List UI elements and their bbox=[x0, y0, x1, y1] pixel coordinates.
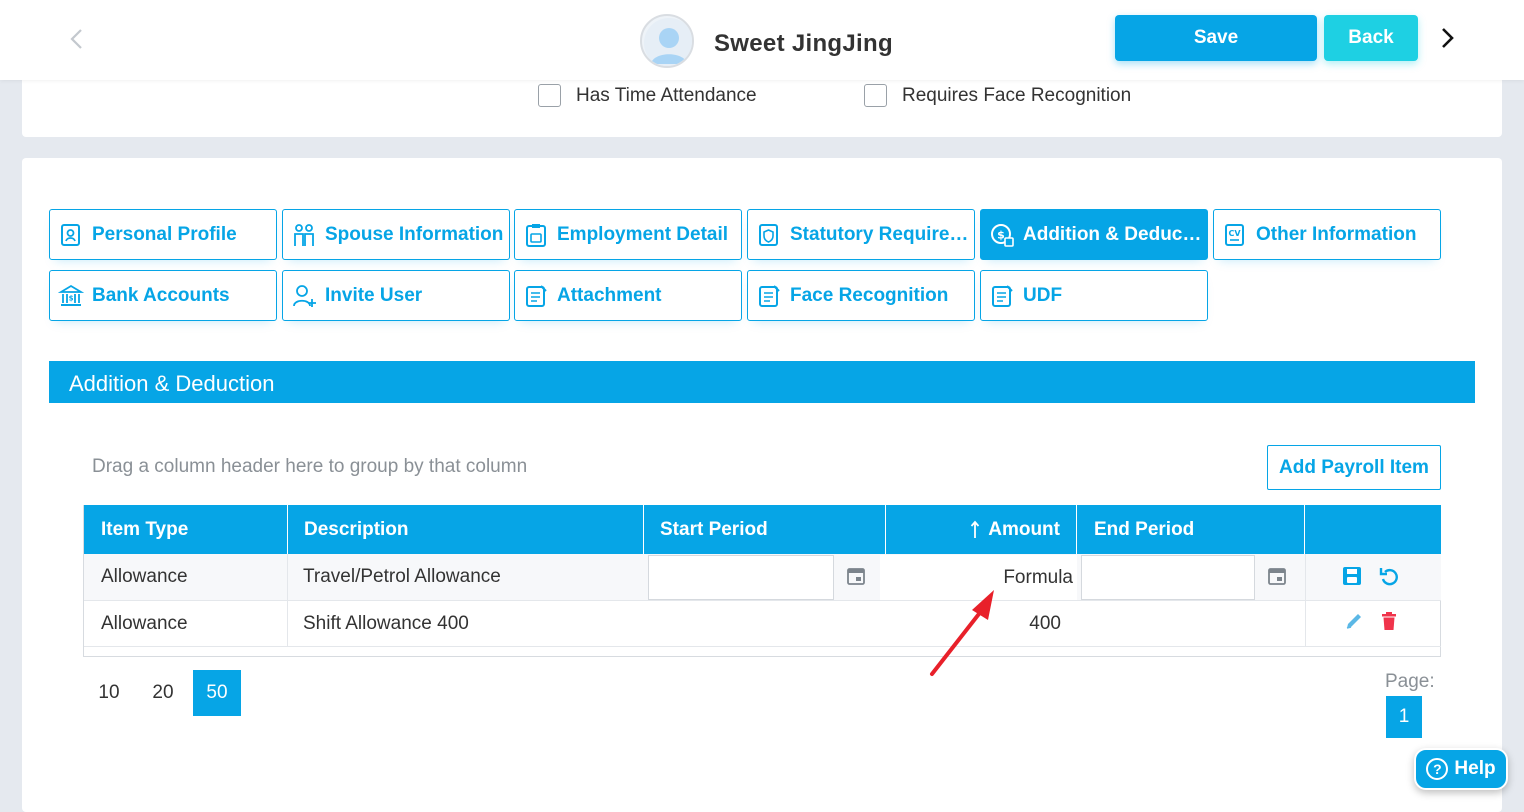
next-record-arrow-icon[interactable] bbox=[1436, 24, 1460, 57]
tab-label: Statutory Requirements bbox=[790, 223, 974, 245]
save-row-icon[interactable] bbox=[1340, 564, 1364, 588]
svg-text:$: $ bbox=[69, 294, 74, 302]
previous-record-arrow-icon[interactable] bbox=[64, 26, 90, 52]
column-header-start-period[interactable]: Start Period bbox=[644, 505, 886, 554]
tab-label: Spouse Information bbox=[325, 223, 504, 245]
column-header-actions bbox=[1305, 505, 1441, 554]
undo-icon[interactable] bbox=[1377, 564, 1401, 588]
section-title: Addition & Deduction bbox=[69, 371, 275, 396]
tab-attachment[interactable]: Attachment bbox=[514, 270, 742, 321]
column-label: Item Type bbox=[101, 518, 189, 540]
end-period-input[interactable] bbox=[1081, 555, 1255, 600]
tab-label: Other Information bbox=[1256, 223, 1417, 245]
tab-label: Bank Accounts bbox=[92, 284, 230, 306]
annotation-arrow-icon bbox=[930, 590, 994, 676]
requires-face-recognition-label: Requires Face Recognition bbox=[902, 85, 1132, 106]
personal-profile-icon bbox=[58, 222, 84, 248]
payroll-items-grid: Item Type Description Start Period Amoun… bbox=[83, 505, 1441, 657]
invite-user-icon bbox=[291, 283, 317, 309]
tab-other-information[interactable]: CV Other Information bbox=[1213, 209, 1441, 260]
page-label: Page: bbox=[1385, 671, 1435, 692]
svg-text:$: $ bbox=[997, 228, 1005, 241]
help-question-icon: ? bbox=[1426, 758, 1449, 780]
addition-deduction-icon: $ bbox=[989, 222, 1015, 248]
tab-udf[interactable]: UDF bbox=[980, 270, 1208, 321]
column-label: Start Period bbox=[660, 518, 768, 540]
item-type-cell: Allowance bbox=[101, 612, 188, 634]
grid-header: Item Type Description Start Period Amoun… bbox=[84, 505, 1441, 554]
column-header-end-period[interactable]: End Period bbox=[1077, 505, 1305, 554]
start-period-input[interactable] bbox=[648, 555, 834, 600]
tab-label: Invite User bbox=[325, 284, 423, 306]
tab-label: Face Recognition bbox=[790, 284, 949, 306]
description-cell: Travel/Petrol Allowance bbox=[303, 566, 501, 587]
has-time-attendance-checkbox[interactable] bbox=[538, 84, 561, 107]
tab-statutory-requirements[interactable]: Statutory Requirements bbox=[747, 209, 975, 260]
help-label: Help bbox=[1454, 758, 1496, 779]
bank-icon: $ bbox=[58, 283, 84, 309]
cv-icon: CV bbox=[1222, 222, 1248, 248]
column-header-item-type[interactable]: Item Type bbox=[84, 505, 288, 554]
employment-icon bbox=[523, 222, 549, 248]
description-cell: Shift Allowance 400 bbox=[303, 612, 469, 634]
tab-invite-user[interactable]: Invite User bbox=[282, 270, 510, 321]
tab-label: Addition & Deduction bbox=[1023, 223, 1207, 245]
tab-label: Attachment bbox=[557, 284, 662, 306]
top-bar: Sweet JingJing Save Back bbox=[0, 0, 1524, 80]
item-type-cell: Allowance bbox=[101, 566, 188, 587]
column-divider bbox=[287, 554, 288, 646]
column-divider bbox=[1305, 554, 1306, 646]
has-time-attendance-label: Has Time Attendance bbox=[576, 85, 757, 106]
calendar-icon[interactable] bbox=[844, 564, 868, 588]
group-by-drop-zone[interactable]: Drag a column header here to group by th… bbox=[92, 456, 527, 478]
tab-employment-detail[interactable]: Employment Detail bbox=[514, 209, 742, 260]
calendar-icon[interactable] bbox=[1265, 564, 1289, 588]
column-label: End Period bbox=[1094, 518, 1195, 540]
tab-label: Personal Profile bbox=[92, 223, 237, 245]
column-header-amount[interactable]: Amount bbox=[886, 505, 1077, 554]
delete-trash-icon[interactable] bbox=[1377, 609, 1401, 633]
statutory-icon bbox=[756, 222, 782, 248]
tab-label: Employment Detail bbox=[557, 223, 729, 245]
page-size-20[interactable]: 20 bbox=[146, 670, 180, 716]
section-header: Addition & Deduction bbox=[49, 361, 1475, 403]
edit-pencil-icon[interactable] bbox=[1342, 609, 1366, 633]
document-icon bbox=[989, 283, 1015, 309]
sort-ascending-icon bbox=[970, 520, 980, 540]
page-size-10[interactable]: 10 bbox=[92, 670, 126, 716]
document-icon bbox=[756, 283, 782, 309]
page-number-1[interactable]: 1 bbox=[1386, 696, 1422, 738]
add-payroll-item-button[interactable]: Add Payroll Item bbox=[1267, 445, 1441, 490]
save-button[interactable]: Save bbox=[1115, 15, 1317, 61]
avatar bbox=[640, 14, 694, 68]
document-icon bbox=[523, 283, 549, 309]
column-header-description[interactable]: Description bbox=[288, 505, 644, 554]
column-label: Description bbox=[304, 518, 409, 540]
back-button[interactable]: Back bbox=[1324, 15, 1418, 61]
tab-label: UDF bbox=[1023, 284, 1063, 306]
help-button[interactable]: ? Help bbox=[1414, 748, 1508, 790]
svg-text:CV: CV bbox=[1228, 229, 1241, 238]
tab-spouse-information[interactable]: Spouse Information bbox=[282, 209, 510, 260]
requires-face-recognition-checkbox[interactable] bbox=[864, 84, 887, 107]
employee-name: Sweet JingJing bbox=[714, 30, 893, 57]
page-size-50[interactable]: 50 bbox=[193, 670, 241, 716]
tab-addition-deduction[interactable]: $ Addition & Deduction bbox=[980, 209, 1208, 260]
tab-personal-profile[interactable]: Personal Profile bbox=[49, 209, 277, 260]
column-label: Amount bbox=[988, 518, 1060, 540]
tab-bank-accounts[interactable]: $ Bank Accounts bbox=[49, 270, 277, 321]
spouse-icon bbox=[291, 222, 317, 248]
tab-face-recognition[interactable]: Face Recognition bbox=[747, 270, 975, 321]
row-divider bbox=[84, 646, 1441, 647]
